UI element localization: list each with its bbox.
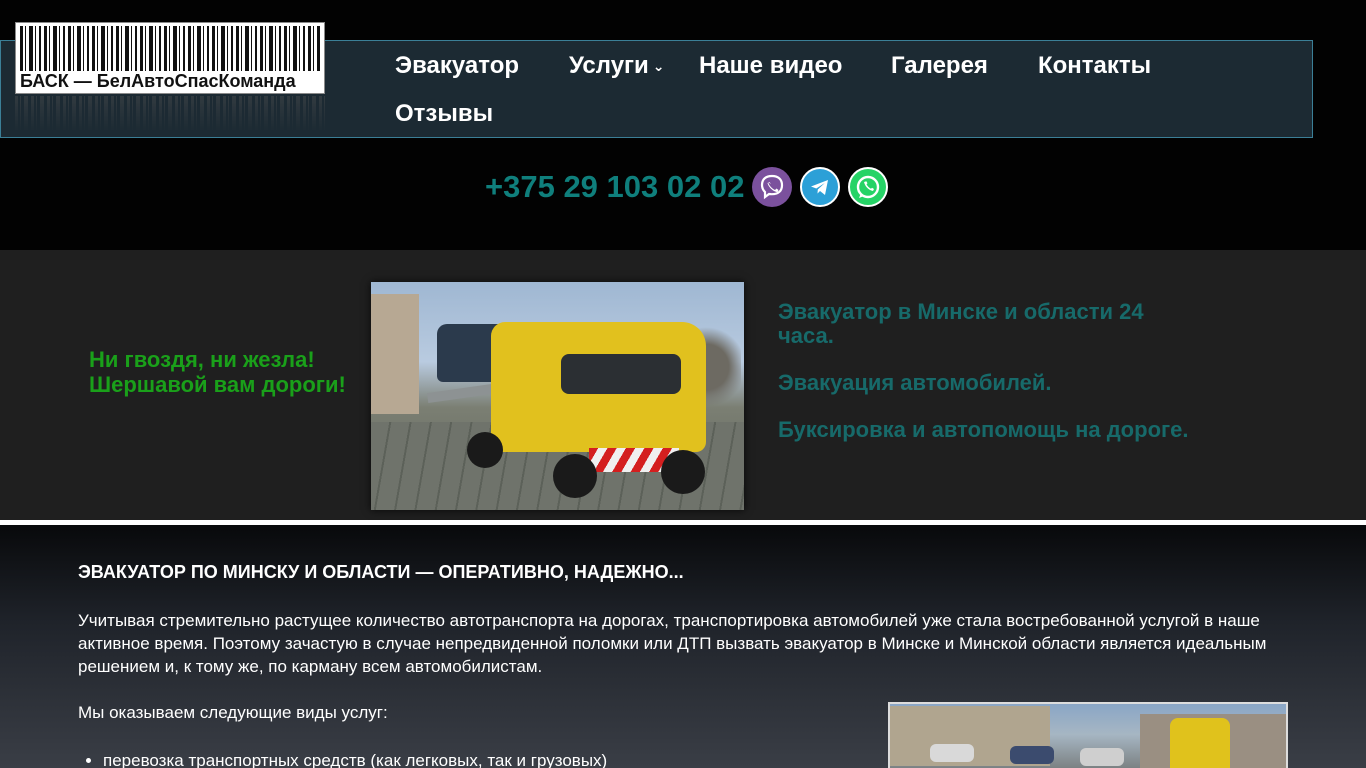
services-lead: Мы оказываем следующие виды услуг:	[78, 703, 388, 722]
photo-building	[371, 294, 419, 414]
header: БАСК — БелАвтоСпасКоманда Эвакуатор Услу…	[0, 0, 1366, 250]
barcode-logo-graphic: БАСК — БелАвтоСпасКоманда	[15, 22, 325, 94]
logo-caption: БАСК — БелАвтоСпасКоманда	[20, 71, 320, 91]
feature-item: Эвакуация автомобилей.	[778, 370, 1052, 395]
viber-icon[interactable]	[752, 167, 793, 207]
tow-truck-photo	[371, 282, 744, 510]
photo-yellow-truck	[1170, 718, 1230, 768]
photo-car	[1010, 746, 1054, 764]
list-item: перевозка транспортных средств (как легк…	[103, 751, 607, 768]
feature-item: Эвакуатор в Минске и области 24 часа.	[778, 299, 1144, 348]
contact-bar: +375 29 103 02 02	[485, 164, 889, 210]
telegram-icon[interactable]	[800, 167, 841, 207]
site-logo[interactable]: БАСК — БелАвтоСпасКоманда	[15, 22, 325, 134]
slogan: Ни гвоздя, ни жезла! Шершавой вам дороги…	[89, 347, 346, 397]
photo-car	[930, 744, 974, 762]
menu-item-reviews[interactable]: Отзывы	[395, 100, 493, 128]
menu-item-contacts[interactable]: Контакты	[1038, 52, 1151, 80]
barcode-bars	[20, 26, 320, 72]
services-list: перевозка транспортных средств (как легк…	[103, 751, 607, 768]
chevron-down-icon: ⌄	[652, 58, 665, 74]
intro-paragraph: Учитывая стремительно растущее количеств…	[78, 611, 1267, 676]
parking-lot-photo	[888, 702, 1288, 768]
hero-band: Ни гвоздя, ни жезла! Шершавой вам дороги…	[0, 250, 1366, 520]
menu-item-evakuator[interactable]: Эвакуатор	[395, 52, 519, 80]
section-heading: ЭВАКУАТОР ПО МИНСКУ И ОБЛАСТИ — ОПЕРАТИВ…	[78, 562, 684, 582]
logo-reflection	[15, 96, 325, 132]
menu-item-uslugi[interactable]: Услуги ⌄	[569, 52, 665, 80]
photo-truck-window	[561, 354, 681, 394]
whatsapp-icon[interactable]	[848, 167, 889, 207]
photo-wheel	[553, 454, 597, 498]
photo-wheel	[467, 432, 503, 468]
phone-link[interactable]: +375 29 103 02 02	[485, 169, 744, 205]
feature-list: Эвакуатор в Минске и области 24 часа. Эв…	[778, 300, 1198, 465]
feature-item: Буксировка и автопомощь на дороге.	[778, 417, 1189, 442]
menu-item-video[interactable]: Наше видео	[699, 52, 842, 80]
photo-wheel	[661, 450, 705, 494]
photo-car	[1080, 748, 1124, 766]
menu-item-uslugi-label: Услуги	[569, 52, 649, 79]
menu-item-gallery[interactable]: Галерея	[891, 52, 988, 80]
main-content: ЭВАКУАТОР ПО МИНСКУ И ОБЛАСТИ — ОПЕРАТИВ…	[0, 525, 1366, 768]
